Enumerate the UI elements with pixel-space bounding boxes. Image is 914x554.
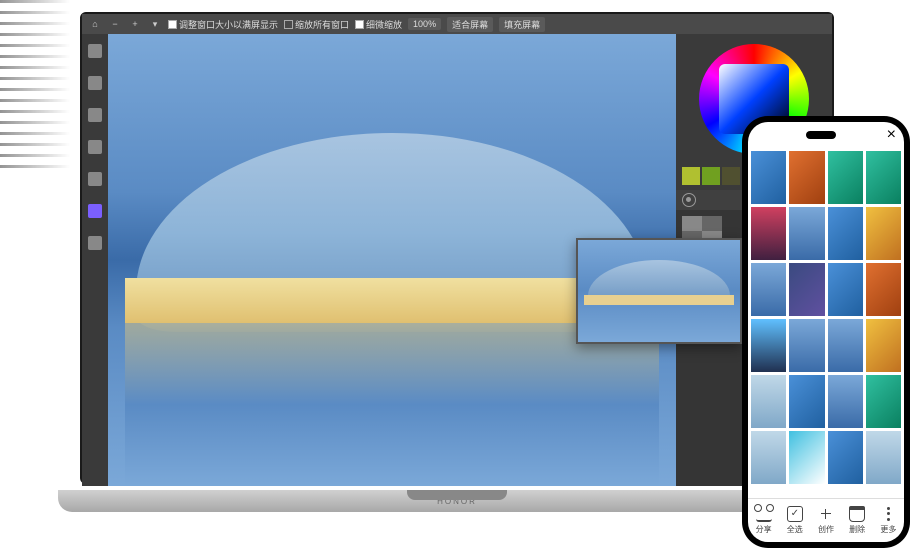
swatch[interactable] <box>722 167 740 185</box>
photo-thumbnail[interactable] <box>789 431 824 484</box>
phone-device: × 分享 <box>742 116 910 548</box>
checkbox-fit-window[interactable]: 调整窗口大小以满屏显示 <box>168 18 278 31</box>
photo-thumbnail[interactable] <box>789 263 824 316</box>
tool-icon[interactable] <box>88 76 102 90</box>
delete-button[interactable]: 删除 <box>849 506 865 535</box>
visibility-icon[interactable] <box>682 193 696 207</box>
zoom-level[interactable]: 100% <box>408 18 441 30</box>
select-all-button[interactable]: 全选 <box>787 506 803 535</box>
dropdown-icon[interactable]: ▾ <box>148 17 162 31</box>
more-button[interactable]: 更多 <box>880 506 896 535</box>
phone-bottom-bar: 分享 全选 创作 删除 更多 <box>748 498 904 542</box>
tool-icon[interactable] <box>88 172 102 186</box>
photo-thumbnail[interactable] <box>866 319 901 372</box>
photo-thumbnail[interactable] <box>751 151 786 204</box>
photo-thumbnail[interactable] <box>789 207 824 260</box>
photo-thumbnail[interactable] <box>866 207 901 260</box>
swatch[interactable] <box>682 167 700 185</box>
share-button[interactable]: 分享 <box>756 506 772 535</box>
photo-thumbnail[interactable] <box>828 431 863 484</box>
photo-thumbnail[interactable] <box>751 319 786 372</box>
home-icon[interactable]: ⌂ <box>88 17 102 31</box>
camera-notch <box>806 131 836 139</box>
photo-thumbnail[interactable] <box>789 151 824 204</box>
top-toolbar: ⌂ − + ▾ 调整窗口大小以满屏显示 缩放所有窗口 细微缩放 100% 适合屏… <box>82 14 832 34</box>
tool-icon[interactable] <box>88 44 102 58</box>
photo-thumbnail[interactable] <box>751 431 786 484</box>
tool-icon-selected[interactable] <box>88 204 102 218</box>
close-icon[interactable]: × <box>887 126 896 144</box>
zoomout-icon[interactable]: − <box>108 17 122 31</box>
photo-thumbnail[interactable] <box>789 319 824 372</box>
photo-thumbnail[interactable] <box>866 375 901 428</box>
photo-thumbnail[interactable] <box>828 263 863 316</box>
photo-thumbnail[interactable] <box>866 151 901 204</box>
zoomin-icon[interactable]: + <box>128 17 142 31</box>
floating-preview[interactable] <box>576 238 742 344</box>
photo-thumbnail[interactable] <box>751 263 786 316</box>
tool-icon[interactable] <box>88 108 102 122</box>
photo-thumbnail[interactable] <box>866 263 901 316</box>
photo-thumbnail[interactable] <box>828 207 863 260</box>
checkbox-zoom-all[interactable]: 缩放所有窗口 <box>284 18 349 31</box>
tool-icon[interactable] <box>88 140 102 154</box>
phone-header: × <box>748 122 904 148</box>
photo-grid <box>748 148 904 498</box>
create-button[interactable]: 创作 <box>818 506 834 535</box>
checkbox-fine-zoom[interactable]: 细微缩放 <box>355 18 402 31</box>
fit-screen-button[interactable]: 适合屏幕 <box>447 17 493 32</box>
swatch[interactable] <box>702 167 720 185</box>
fill-screen-button[interactable]: 填充屏幕 <box>499 17 545 32</box>
left-toolbar <box>82 34 108 486</box>
photo-thumbnail[interactable] <box>828 151 863 204</box>
photo-thumbnail[interactable] <box>828 375 863 428</box>
photo-thumbnail[interactable] <box>789 375 824 428</box>
photo-thumbnail[interactable] <box>751 375 786 428</box>
photo-thumbnail[interactable] <box>828 319 863 372</box>
tool-icon[interactable] <box>88 236 102 250</box>
photo-thumbnail[interactable] <box>866 431 901 484</box>
photo-thumbnail[interactable] <box>751 207 786 260</box>
